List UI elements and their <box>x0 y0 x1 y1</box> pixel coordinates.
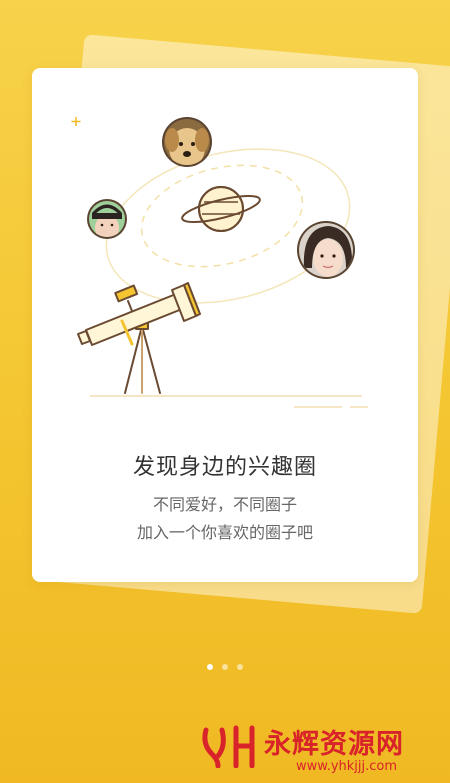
page-dot-2[interactable] <box>222 664 228 670</box>
watermark-url: www.yhkjjj.com <box>296 759 398 774</box>
subtitle-line-1: 不同爱好，不同圈子 <box>152 495 297 514</box>
page-dot-1[interactable] <box>207 664 213 670</box>
page-dot-3[interactable] <box>237 664 243 670</box>
watermark-brand: 永辉资源网 <box>264 729 404 760</box>
woman-avatar[interactable] <box>297 221 355 279</box>
watermark: 永辉资源网 www.yhkjjj.com <box>200 722 430 777</box>
onboarding-card: 发现身边的兴趣圈 不同爱好，不同圈子 加入一个你喜欢的圈子吧 <box>32 68 418 582</box>
subtitle-line-2: 加入一个你喜欢的圈子吧 <box>136 523 313 542</box>
page-title: 发现身边的兴趣圈 <box>132 455 317 480</box>
watermark-logo <box>202 725 255 768</box>
planet-icon <box>181 186 261 232</box>
discovery-illustration <box>71 117 368 408</box>
dog-avatar[interactable] <box>162 117 212 168</box>
sparkle-icon <box>71 117 81 126</box>
telescope-icon <box>77 282 201 394</box>
girl-avatar[interactable] <box>87 199 127 242</box>
page-indicator <box>0 664 450 670</box>
